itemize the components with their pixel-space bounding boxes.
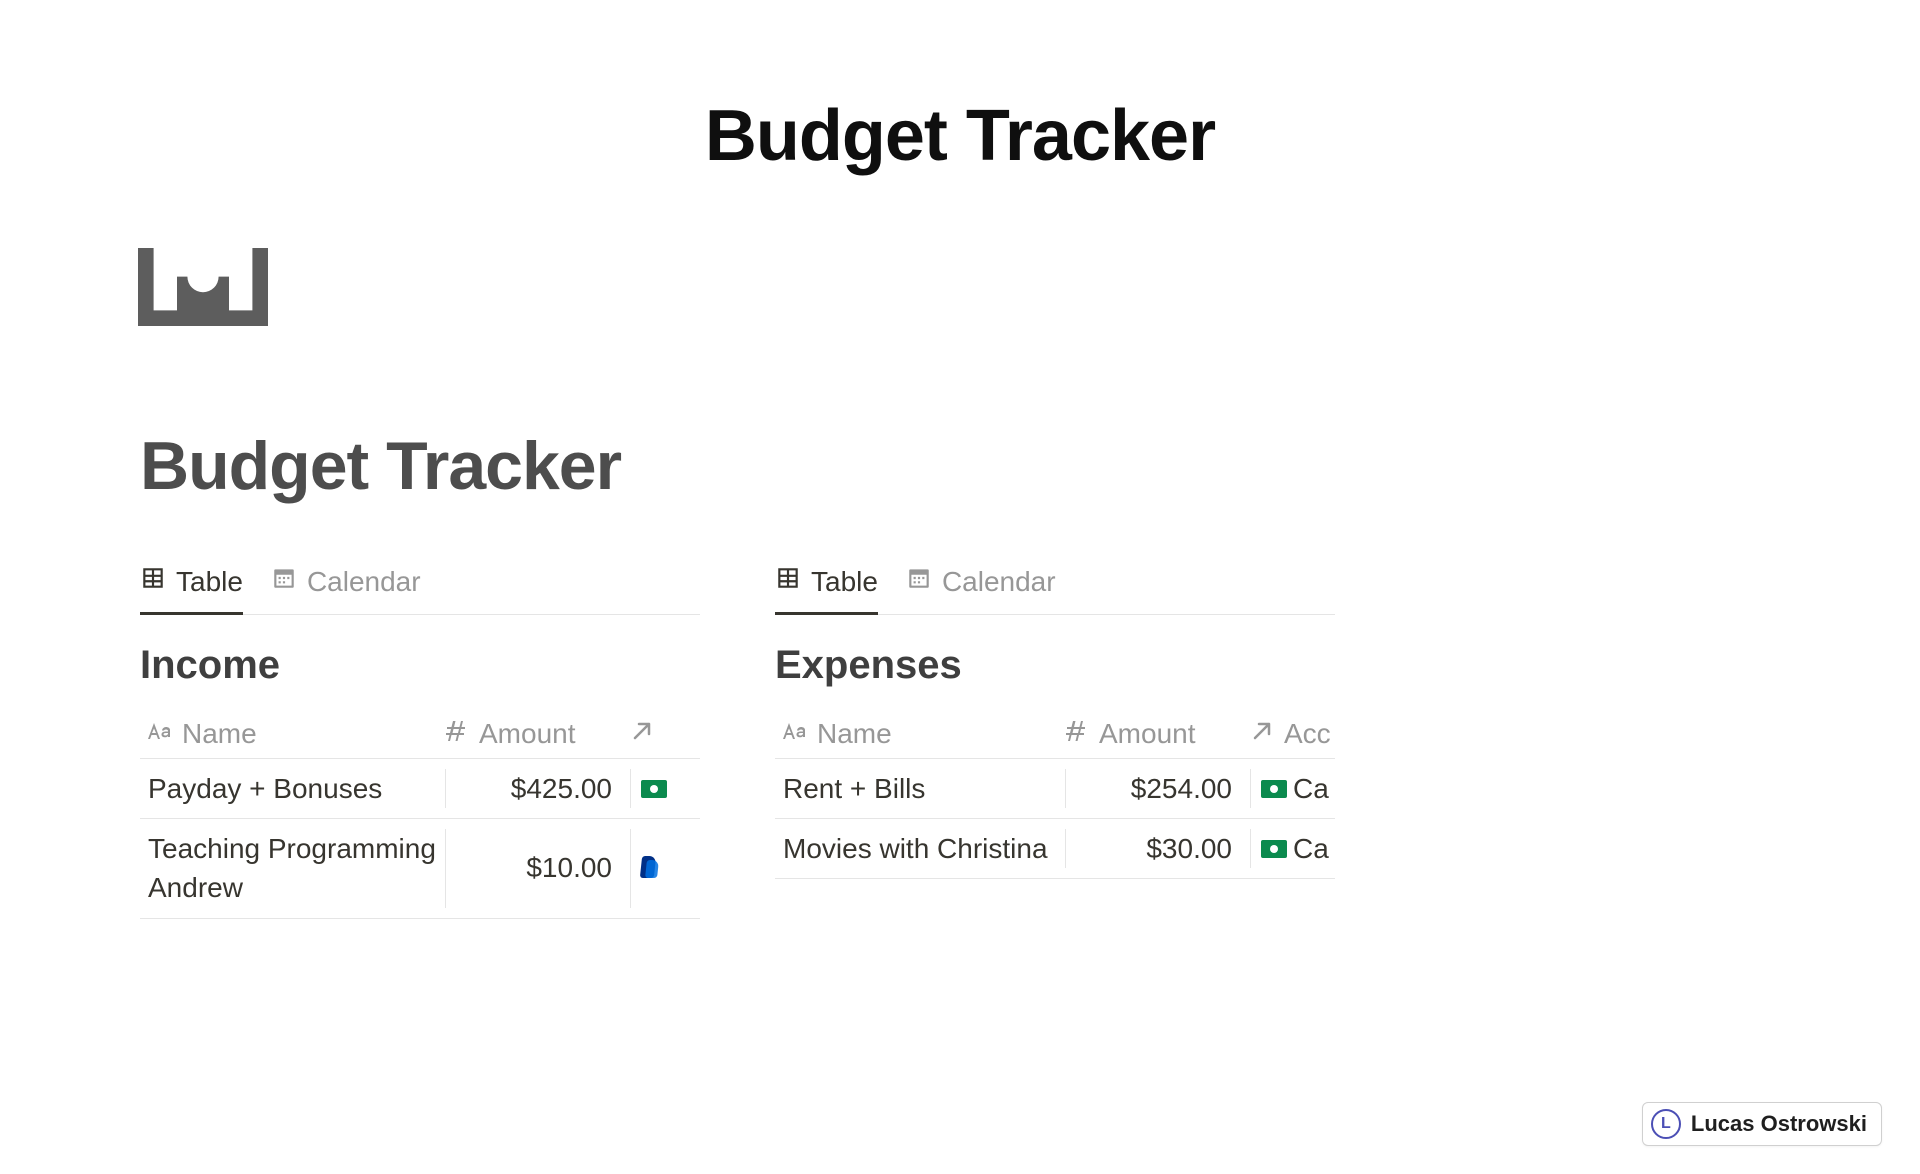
tab-table[interactable]: Table [775,565,878,615]
text-prop-icon [783,718,807,750]
cash-icon [1261,780,1287,798]
expenses-block: Table Calendar Expenses Name [775,565,1335,919]
expenses-header-row: Name Amount Acc [775,710,1335,759]
expenses-col-acc-label: Acc [1284,718,1331,750]
income-row1-acc [630,829,700,907]
expenses-row1-name: Movies with Christina [775,829,1065,868]
income-col-name[interactable]: Name [140,718,445,750]
income-row1-name: Teaching Programming Andrew [140,829,445,907]
table-icon [775,565,801,598]
inbox-icon [138,242,268,332]
expenses-row0-amount: $254.00 [1065,769,1250,808]
calendar-icon [906,565,932,598]
expenses-section-title: Expenses [775,643,1335,688]
tab-table-label: Table [176,566,243,598]
table-row[interactable]: Rent + Bills $254.00 Ca [775,759,1335,819]
table-icon [140,565,166,598]
expenses-row0-acc: Ca [1250,769,1335,808]
expenses-row0-name: Rent + Bills [775,769,1065,808]
cash-icon [641,780,667,798]
relation-prop-icon [630,718,654,750]
table-row[interactable]: Movies with Christina $30.00 Ca [775,819,1335,879]
expenses-row1-acc-label: Ca [1293,833,1329,865]
expenses-col-acc[interactable]: Acc [1250,718,1335,750]
table-row[interactable]: Teaching Programming Andrew $10.00 [140,819,700,918]
tab-calendar-label: Calendar [307,566,421,598]
expenses-col-amount-label: Amount [1099,718,1196,750]
cash-icon [1261,840,1287,858]
expenses-row1-acc: Ca [1250,829,1335,868]
tab-table[interactable]: Table [140,565,243,615]
income-col-acc[interactable] [630,718,700,750]
avatar: L [1651,1109,1681,1139]
expenses-view-tabs: Table Calendar [775,565,1335,615]
income-col-amount-label: Amount [479,718,576,750]
income-row0-acc [630,769,700,808]
user-name-label: Lucas Ostrowski [1691,1111,1867,1137]
income-header-row: Name Amount [140,710,700,759]
relation-prop-icon [1250,718,1274,750]
page-icon[interactable] [138,242,1920,337]
main-title: Budget Tracker [0,95,1920,177]
income-row0-name: Payday + Bonuses [140,769,445,808]
paypal-icon [641,856,659,880]
user-badge[interactable]: L Lucas Ostrowski [1642,1102,1882,1146]
expenses-table: Name Amount Acc Rent + Bills $254. [775,710,1335,879]
income-view-tabs: Table Calendar [140,565,700,615]
income-col-name-label: Name [182,718,257,750]
number-prop-icon [1065,718,1089,750]
expenses-row0-acc-label: Ca [1293,773,1329,805]
income-row0-amount: $425.00 [445,769,630,808]
text-prop-icon [148,718,172,750]
income-section-title: Income [140,643,700,688]
tab-calendar[interactable]: Calendar [906,565,1056,615]
expenses-col-name-label: Name [817,718,892,750]
expenses-col-amount[interactable]: Amount [1065,718,1250,750]
page-title[interactable]: Budget Tracker [140,427,1920,505]
tab-calendar-label: Calendar [942,566,1056,598]
income-block: Table Calendar Income Name [140,565,700,919]
tab-calendar[interactable]: Calendar [271,565,421,615]
income-table: Name Amount Payday + Bonuses $425.00 [140,710,700,919]
expenses-row1-amount: $30.00 [1065,829,1250,868]
expenses-col-name[interactable]: Name [775,718,1065,750]
income-col-amount[interactable]: Amount [445,718,630,750]
calendar-icon [271,565,297,598]
number-prop-icon [445,718,469,750]
table-row[interactable]: Payday + Bonuses $425.00 [140,759,700,819]
income-row1-amount: $10.00 [445,829,630,907]
tab-table-label: Table [811,566,878,598]
